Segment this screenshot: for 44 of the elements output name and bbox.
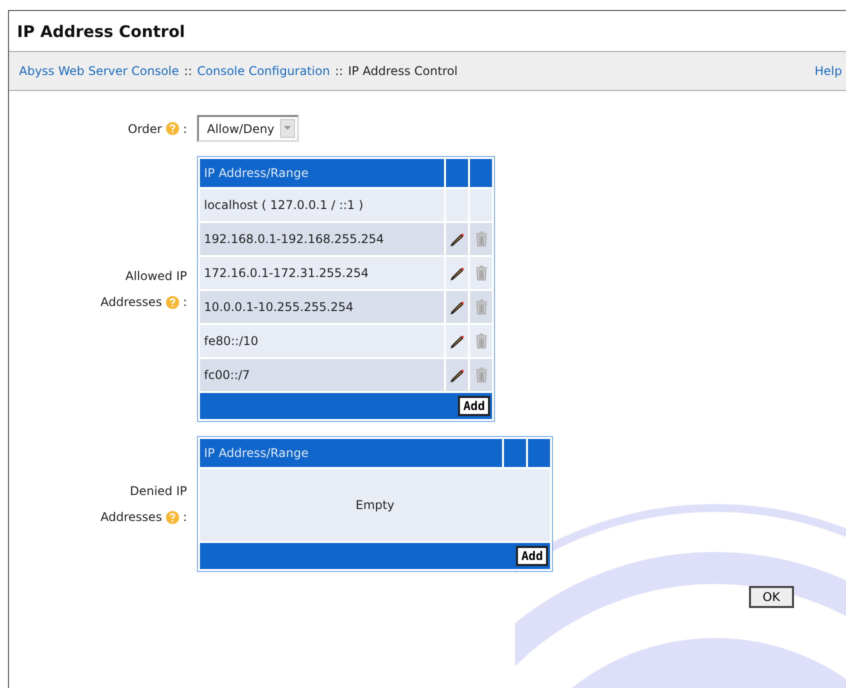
help-link[interactable]: Help — [814, 64, 842, 78]
trash-icon[interactable] — [474, 367, 488, 383]
order-dropdown[interactable]: Allow/Deny — [197, 115, 300, 142]
field-label: Addresses — [100, 295, 162, 309]
ok-button[interactable]: OK — [748, 586, 794, 608]
column-header: IP Address/Range — [200, 439, 502, 467]
breadcrumb-separator: :: — [184, 64, 192, 78]
pencil-icon[interactable] — [450, 266, 464, 281]
trash-icon[interactable] — [474, 231, 488, 247]
field-label: Allowed IP — [125, 269, 187, 283]
pencil-icon[interactable] — [450, 300, 464, 315]
column-header — [504, 439, 526, 467]
help-icon[interactable] — [166, 296, 179, 308]
column-header — [470, 159, 492, 187]
address-cell: localhost ( 127.0.0.1 / ::1 ) — [200, 189, 444, 221]
pencil-icon[interactable] — [450, 334, 464, 349]
column-header: IP Address/Range — [200, 159, 444, 187]
pencil-icon[interactable] — [450, 232, 464, 247]
help-icon[interactable] — [166, 510, 179, 524]
address-cell: 10.0.0.1-10.255.255.254 — [200, 291, 444, 323]
column-header — [528, 439, 550, 467]
pencil-icon[interactable] — [450, 368, 464, 383]
address-cell: fe80::/10 — [200, 325, 444, 357]
breadcrumb-separator: :: — [334, 64, 344, 78]
label-colon: : — [182, 510, 187, 524]
trash-icon[interactable] — [474, 299, 488, 315]
address-cell: 172.16.0.1-172.31.255.254 — [200, 257, 444, 289]
breadcrumb-current: IP Address Control — [348, 64, 458, 78]
column-header — [446, 159, 468, 187]
breadcrumb-link[interactable]: Abyss Web Server Console — [19, 64, 180, 78]
trash-icon[interactable] — [474, 333, 488, 349]
label-colon: : — [182, 122, 187, 136]
field-label: Denied IP — [130, 484, 187, 498]
address-cell: fc00::/7 — [200, 359, 444, 391]
field-label: Addresses — [100, 510, 162, 524]
add-button[interactable]: Add — [516, 546, 548, 566]
breadcrumb-link[interactable]: Console Configuration — [197, 64, 330, 78]
field-label: Order — [128, 122, 162, 136]
address-cell: 192.168.0.1-192.168.255.254 — [200, 223, 444, 255]
help-icon[interactable] — [166, 122, 179, 135]
label-colon: : — [182, 295, 187, 309]
trash-icon[interactable] — [474, 265, 488, 281]
empty-message: Empty — [200, 469, 550, 541]
add-button[interactable]: Add — [458, 396, 490, 416]
